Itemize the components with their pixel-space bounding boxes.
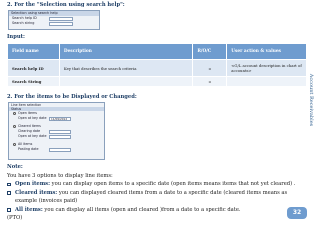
posting-date-field[interactable] bbox=[49, 148, 71, 152]
bullet-square-icon bbox=[7, 191, 11, 195]
note-intro: You have 3 options to display line items… bbox=[7, 172, 113, 179]
clearing-date-field[interactable] bbox=[49, 130, 71, 134]
input-label: Input: bbox=[7, 34, 25, 40]
open-key-date-2-label: Open at key date bbox=[18, 134, 47, 138]
bullet-square-icon bbox=[7, 182, 11, 186]
section1-heading: 2. For the "Selection using search help"… bbox=[7, 2, 125, 8]
table-row: Search help ID Key that describes the se… bbox=[7, 59, 307, 77]
search-help-screenshot: Selection using search help Search help … bbox=[8, 10, 100, 30]
section2-heading: 2. For the items to be Displayed or Chan… bbox=[7, 94, 137, 100]
page-number: 32 bbox=[287, 207, 307, 219]
side-label-text: Account Receivables bbox=[308, 73, 314, 127]
search-string-row: Search string bbox=[9, 21, 99, 26]
note-text: you can display all items (open and clea… bbox=[42, 206, 241, 213]
cell-roc: o bbox=[192, 59, 228, 77]
key-date-field[interactable]: 11/09/2012 bbox=[49, 117, 71, 121]
open-key-date-2-row: Open at key date bbox=[9, 134, 104, 139]
input-table: Field name Description R/O/C User action… bbox=[7, 43, 307, 87]
open-items-radio[interactable] bbox=[13, 111, 16, 115]
header-user-action: User action & values bbox=[226, 43, 307, 60]
notes-block: Note: You have 3 options to display line… bbox=[7, 163, 297, 223]
all-items-radio[interactable] bbox=[13, 142, 16, 146]
note-term: All items: bbox=[15, 206, 43, 213]
clearing-date-label: Clearing date bbox=[18, 129, 41, 133]
header-roc: R/O/C bbox=[192, 43, 228, 60]
search-help-id-label: Search help ID bbox=[12, 16, 37, 20]
cell-description: Key that describes the search criteria bbox=[58, 59, 194, 77]
table-header-row: Field name Description R/O/C User action… bbox=[7, 43, 307, 60]
all-items-label: All items bbox=[18, 142, 33, 146]
cleared-items-radio[interactable] bbox=[13, 124, 16, 128]
note-item: Cleared items: you can displayed cleared… bbox=[7, 189, 297, 206]
search-help-id-field[interactable] bbox=[49, 17, 73, 21]
cell-user-action: <G/L account description in chart of acc… bbox=[226, 59, 307, 77]
note-item: All items: you can display all items (op… bbox=[7, 206, 297, 215]
open-key-date-row: Open at key date 11/09/2012 bbox=[9, 116, 104, 121]
cell-roc: o bbox=[192, 76, 228, 87]
open-key-date-2-field[interactable] bbox=[49, 135, 71, 139]
search-string-label: Search string bbox=[12, 21, 35, 25]
header-field-name: Field name bbox=[7, 43, 60, 60]
cell-field-name: Search help ID bbox=[7, 59, 60, 77]
side-label: Account Receivables bbox=[306, 66, 316, 134]
note-text: you can display open items to a specific… bbox=[50, 181, 296, 187]
header-description: Description bbox=[58, 43, 194, 60]
posting-date-label: Posting date bbox=[18, 147, 39, 151]
search-string-field[interactable] bbox=[49, 22, 73, 26]
note-term: Open items: bbox=[15, 181, 51, 187]
cell-user-action bbox=[226, 76, 307, 87]
posting-date-row: Posting date bbox=[9, 147, 104, 152]
open-key-date-label: Open at key date bbox=[18, 116, 47, 120]
cleared-items-label: Cleared items bbox=[18, 124, 41, 128]
cell-field-name: Search String bbox=[7, 76, 60, 87]
note-term: Cleared items: bbox=[15, 189, 58, 196]
line-item-selection-screenshot: Line item selection Status Open items Op… bbox=[8, 102, 105, 160]
bullet-square-icon bbox=[7, 208, 11, 212]
table-row: Search String o bbox=[7, 76, 307, 87]
note-heading: Note: bbox=[7, 164, 23, 170]
open-items-label: Open items bbox=[18, 111, 38, 115]
note-footer: (PTO) bbox=[7, 215, 23, 221]
cell-description bbox=[58, 76, 194, 87]
note-item: Open items: you can display open items t… bbox=[7, 180, 297, 189]
